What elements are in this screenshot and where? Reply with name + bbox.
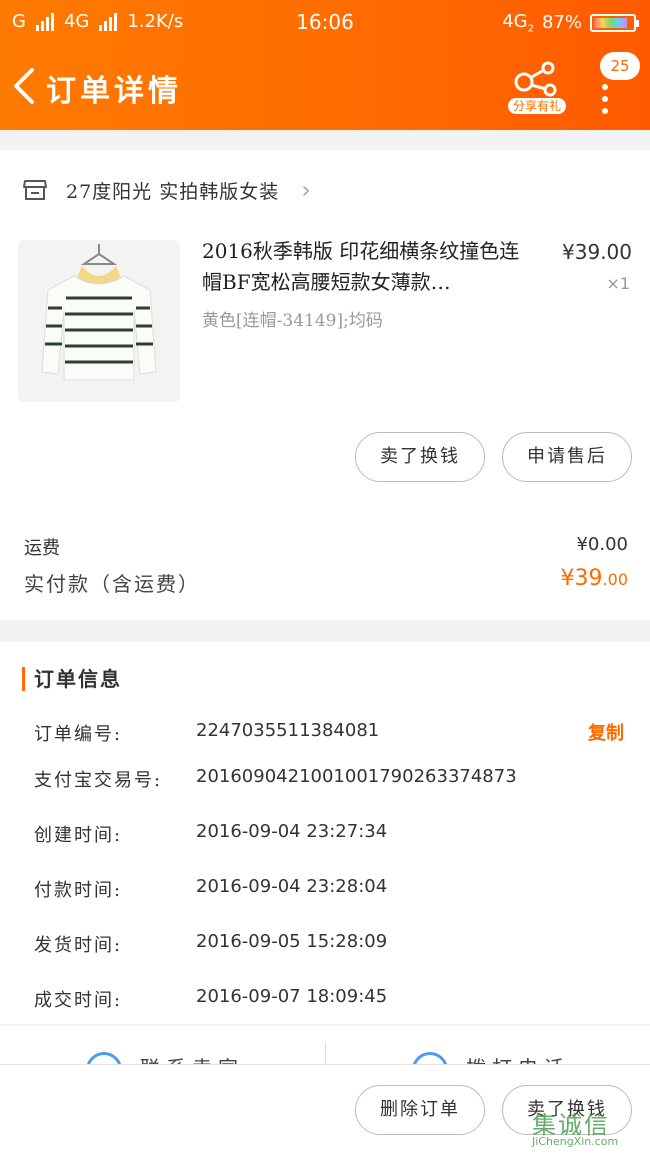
info-row-shipped-time: 发货时间: 2016-09-05 15:28:09 xyxy=(34,931,634,961)
store-icon xyxy=(23,180,47,200)
share-label: 分享有礼 xyxy=(508,98,566,114)
share-icon xyxy=(514,61,557,97)
watermark-url: JiChengXin.com xyxy=(532,1135,619,1148)
total-paid-value: ¥39.00 xyxy=(560,566,628,591)
sweater-image xyxy=(18,240,180,402)
chevron-right-icon: › xyxy=(301,176,311,204)
top-bar: G 4G 1.2K/s 16:06 4G2 87% 订单详情 分享有礼 25 xyxy=(0,0,650,130)
total-paid-label: 实付款（含运费） xyxy=(24,572,200,596)
delete-order-button[interactable]: 删除订单 xyxy=(355,1085,485,1135)
watermark: 集诚信 JiChengXin.com xyxy=(518,1105,648,1153)
info-key: 付款时间: xyxy=(34,880,123,901)
order-info-heading: 订单信息 xyxy=(22,667,122,691)
info-row-created-time: 创建时间: 2016-09-04 23:27:34 xyxy=(34,821,634,851)
nav-bar: 订单详情 分享有礼 25 xyxy=(0,44,650,130)
page-title: 订单详情 xyxy=(46,74,182,109)
info-value: 2016-09-05 15:28:09 xyxy=(196,931,388,952)
product-sku: 黄色[连帽-34149];均码 xyxy=(202,311,383,331)
battery-percent: 87% xyxy=(541,12,582,34)
bottom-action-bar: 删除订单 卖了换钱 集诚信 JiChengXin.com xyxy=(0,1064,650,1155)
info-row-completed-time: 成交时间: 2016-09-07 18:09:45 xyxy=(34,986,634,1016)
battery-icon xyxy=(590,13,639,32)
order-item-card: 27度阳光 实拍韩版女装 › 2016秋季韩版 印花细横条纹撞色连帽BF宽松高腰… xyxy=(0,150,650,620)
back-button[interactable] xyxy=(10,66,38,106)
info-key: 创建时间: xyxy=(34,825,123,846)
shipping-value: ¥0.00 xyxy=(576,534,628,555)
network-type: 4G2 xyxy=(502,11,534,35)
info-value: 2016090421001001790263374873 xyxy=(196,766,517,787)
info-row-paid-time: 付款时间: 2016-09-04 23:28:04 xyxy=(34,876,634,906)
info-value: 2016-09-07 18:09:45 xyxy=(196,986,388,1007)
sell-for-cash-button[interactable]: 卖了换钱 xyxy=(355,432,485,482)
shipping-label: 运费 xyxy=(24,538,60,559)
divider xyxy=(325,1042,326,1066)
info-value: 2016-09-04 23:28:04 xyxy=(196,876,388,897)
message-count-badge: 25 xyxy=(600,52,640,80)
info-value: 2016-09-04 23:27:34 xyxy=(196,821,388,842)
product-title[interactable]: 2016秋季韩版 印花细横条纹撞色连帽BF宽松高腰短款女薄款… xyxy=(202,236,536,298)
product-quantity: ×1 xyxy=(606,274,630,293)
contact-strip: 联系卖家 拨打电话 xyxy=(0,1026,650,1066)
product-price: ¥39.00 xyxy=(562,240,632,264)
chevron-left-icon xyxy=(14,68,34,104)
status-bar: G 4G 1.2K/s 16:06 4G2 87% xyxy=(0,0,650,44)
info-key: 支付宝交易号: xyxy=(34,770,163,791)
info-key: 订单编号: xyxy=(34,724,123,745)
after-sale-button[interactable]: 申请售后 xyxy=(502,432,632,482)
more-menu-button[interactable]: 25 xyxy=(596,48,648,114)
order-info-section: 订单信息 复制 订单编号: 2247035511384081 支付宝交易号: 2… xyxy=(0,642,650,1024)
share-button[interactable]: 分享有礼 xyxy=(508,60,566,116)
more-vertical-icon xyxy=(602,84,608,120)
info-key: 成交时间: xyxy=(34,990,123,1011)
info-key: 发货时间: xyxy=(34,935,123,956)
shop-name: 27度阳光 实拍韩版女装 xyxy=(66,180,280,203)
info-row-order-number: 订单编号: 2247035511384081 xyxy=(34,720,634,750)
info-value: 2247035511384081 xyxy=(196,720,380,741)
info-row-alipay-number: 支付宝交易号: 2016090421001001790263374873 xyxy=(34,766,634,796)
shop-row[interactable]: 27度阳光 实拍韩版女装 › xyxy=(22,172,311,208)
product-image[interactable] xyxy=(18,240,180,402)
